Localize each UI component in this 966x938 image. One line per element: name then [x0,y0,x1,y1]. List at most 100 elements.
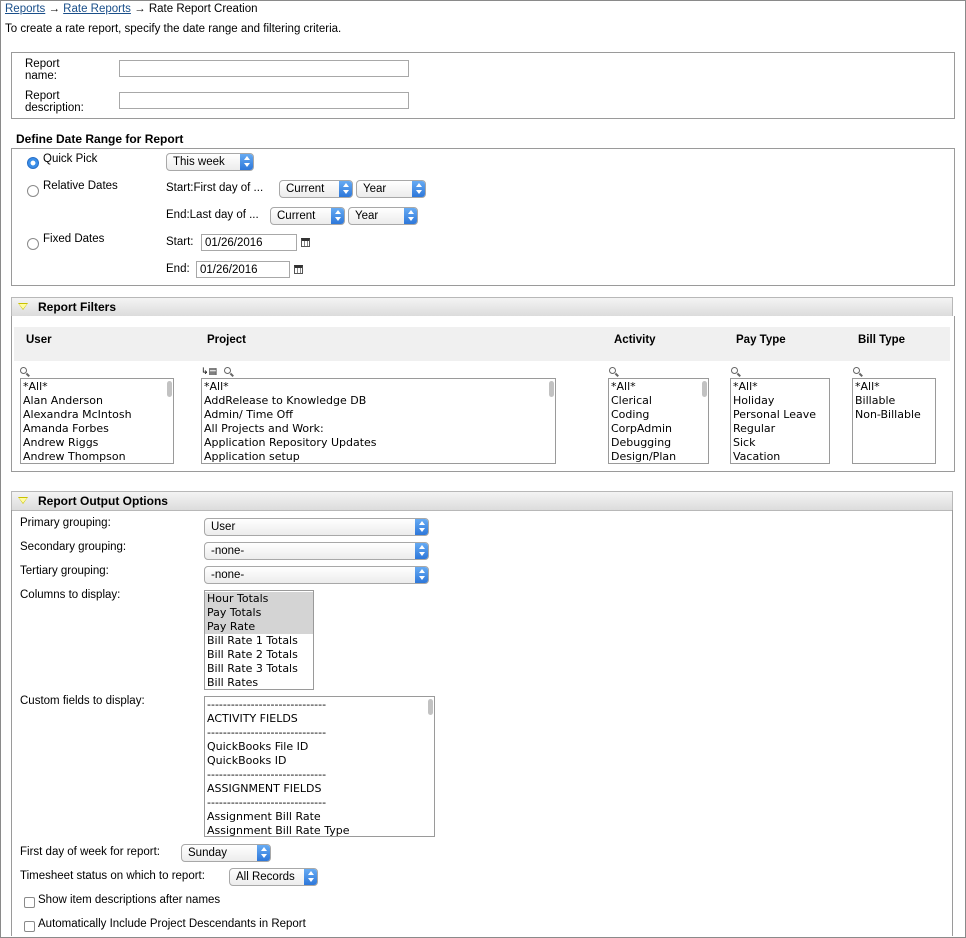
report-name-input[interactable] [119,60,409,77]
scrollbar-thumb[interactable] [702,381,707,397]
search-icon[interactable] [224,367,231,374]
report-filters-title: Report Filters [38,300,117,314]
list-item[interactable]: Andrew Riggs [21,436,173,450]
list-item[interactable]: *All* [853,380,935,394]
pay-type-listbox[interactable]: *All* Holiday Personal Leave Regular Sic… [730,378,830,464]
list-item[interactable]: *All* [202,380,555,394]
primary-grouping-select[interactable]: User [204,518,429,536]
list-item[interactable]: Vacation [731,450,829,463]
list-item[interactable]: Alexandra McIntosh [21,408,173,422]
report-output-header[interactable]: Report Output Options [11,491,953,511]
bill-type-listbox[interactable]: *All* Billable Non-Billable [852,378,936,464]
list-item[interactable]: *All* [21,380,173,394]
list-item[interactable]: Assignment Bill Rate [205,810,434,824]
first-day-of-week-select[interactable]: Sunday [181,844,271,862]
list-item[interactable]: Hour Totals [205,592,313,606]
list-item[interactable]: QuickBooks File ID [205,740,434,754]
scrollbar-thumb[interactable] [167,381,172,397]
select-arrows-icon [304,869,317,885]
user-listbox[interactable]: *All* Alan Anderson Alexandra McIntosh A… [20,378,174,464]
scrollbar-thumb[interactable] [428,699,433,715]
list-item[interactable]: Clerical [609,394,708,408]
relative-start-unit-select[interactable]: Year [356,180,426,198]
list-item[interactable]: ------------------------------ [205,796,434,810]
list-item[interactable]: Amanda Forbes [21,422,173,436]
relative-dates-radio[interactable] [27,185,39,197]
search-icon[interactable] [853,367,860,374]
list-item[interactable]: ACTIVITY FIELDS [205,712,434,726]
list-item[interactable]: QuickBooks ID [205,754,434,768]
breadcrumb-reports-link[interactable]: Reports [5,3,45,15]
breadcrumb-rate-reports-link[interactable]: Rate Reports [63,3,131,15]
list-item[interactable]: Sick [731,436,829,450]
list-item[interactable]: ASSIGNMENT FIELDS [205,782,434,796]
list-item[interactable]: *All* [609,380,708,394]
list-item[interactable]: Bill Rate 2 Totals [205,648,313,662]
quick-pick-label: Quick Pick [43,153,98,165]
list-item[interactable]: CorpAdmin [609,422,708,436]
tertiary-grouping-value: -none- [211,569,245,581]
select-arrows-icon [240,154,253,170]
report-description-input[interactable] [119,92,409,109]
relative-end-period-value: Current [277,210,316,222]
columns-listbox[interactable]: Hour Totals Pay Totals Pay Rate Bill Rat… [204,590,314,690]
list-item[interactable]: Bill Rate 1 Totals [205,634,313,648]
activity-listbox[interactable]: *All* Clerical Coding CorpAdmin Debuggin… [608,378,709,464]
list-item[interactable]: Assignment Bill Rate Type [205,824,434,836]
relative-start-label: Start:First day of ... [166,182,264,194]
timesheet-status-select[interactable]: All Records [229,868,318,886]
list-item[interactable]: Application setup [202,450,555,463]
list-item[interactable]: ------------------------------ [205,698,434,712]
calendar-icon[interactable] [294,265,303,274]
fixed-start-input[interactable] [201,234,297,251]
primary-grouping-label: Primary grouping: [20,517,111,529]
scrollbar-thumb[interactable] [549,381,554,397]
custom-fields-listbox[interactable]: ------------------------------ ACTIVITY … [204,696,435,837]
relative-dates-label: Relative Dates [43,180,118,192]
relative-end-unit-select[interactable]: Year [348,207,418,225]
list-item[interactable]: Bill Rates [205,676,313,689]
list-item[interactable]: Alan Anderson [21,394,173,408]
search-icon[interactable] [731,367,738,374]
list-item[interactable]: ------------------------------ [205,726,434,740]
relative-end-label: End:Last day of ... [166,209,259,221]
list-item[interactable]: Bill Rate 3 Totals [205,662,313,676]
search-icon[interactable] [20,367,27,374]
list-item[interactable]: Regular [731,422,829,436]
list-item[interactable]: Pay Rate [205,620,313,634]
list-item[interactable]: Non-Billable [853,408,935,422]
list-item[interactable]: Holiday [731,394,829,408]
list-item[interactable]: Coding [609,408,708,422]
quick-pick-select[interactable]: This week [166,153,254,171]
report-filters-header[interactable]: Report Filters [11,297,953,317]
relative-end-period-select[interactable]: Current [270,207,345,225]
tree-view-icon[interactable]: ↳▤ [201,366,217,376]
show-descriptions-checkbox[interactable] [24,897,35,908]
timesheet-status-value: All Records [236,871,295,883]
secondary-grouping-select[interactable]: -none- [204,542,429,560]
search-icon[interactable] [609,367,616,374]
list-item[interactable]: Application Repository Updates [202,436,555,450]
fixed-dates-radio[interactable] [27,238,39,250]
calendar-icon[interactable] [301,238,310,247]
list-item[interactable]: Billable [853,394,935,408]
list-item[interactable]: Andrew Thompson [21,450,173,463]
quick-pick-radio[interactable] [27,157,39,169]
list-item[interactable]: All Projects and Work: [202,422,555,436]
fixed-end-input[interactable] [196,261,290,278]
include-descendants-checkbox[interactable] [24,921,35,932]
report-name-label: Report name: [25,58,60,82]
project-listbox[interactable]: *All* AddRelease to Knowledge DB Admin/ … [201,378,556,464]
list-item[interactable]: Admin/ Time Off [202,408,555,422]
list-item[interactable]: ------------------------------ [205,768,434,782]
list-item[interactable]: Pay Totals [205,606,313,620]
relative-start-period-select[interactable]: Current [279,180,353,198]
tertiary-grouping-label: Tertiary grouping: [20,565,109,577]
list-item[interactable]: Design/Plan [609,450,708,463]
tertiary-grouping-select[interactable]: -none- [204,566,429,584]
list-item[interactable]: *All* [731,380,829,394]
list-item[interactable]: AddRelease to Knowledge DB [202,394,555,408]
list-item[interactable]: Personal Leave [731,408,829,422]
list-item[interactable]: Debugging [609,436,708,450]
first-day-of-week-label: First day of week for report: [20,846,160,858]
